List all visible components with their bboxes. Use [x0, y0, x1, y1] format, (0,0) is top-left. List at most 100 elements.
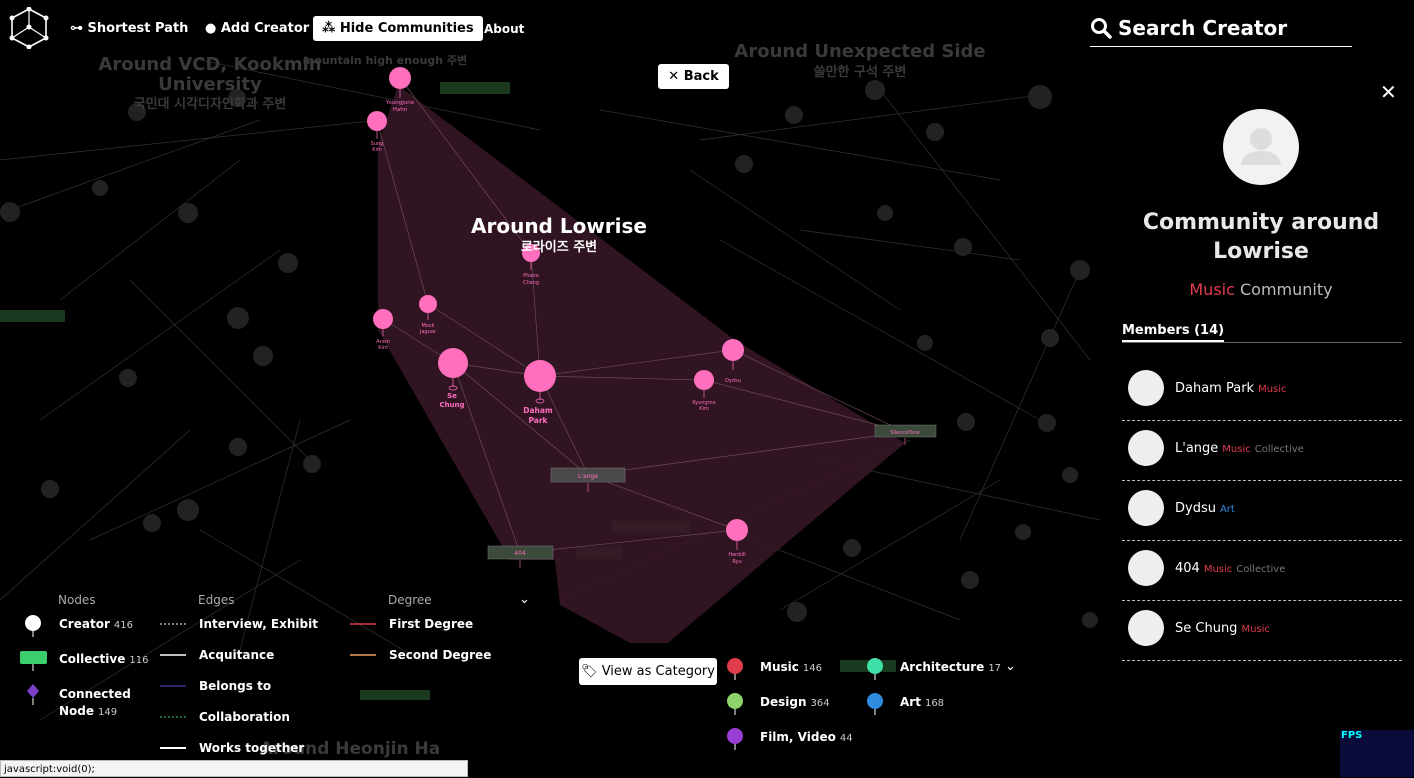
about-link[interactable]: About: [484, 18, 524, 40]
node-label: Youngjune: [385, 100, 415, 106]
category-label-wrap: Art 168: [900, 695, 944, 709]
search-input[interactable]: [1116, 14, 1350, 42]
category-label-wrap: Music 146: [760, 660, 822, 674]
member-row[interactable]: L'ange Music Collective: [1122, 422, 1402, 481]
category-count: 17: [988, 663, 1002, 674]
category-label: Art: [900, 695, 921, 709]
member-name: Se Chung: [1175, 621, 1238, 636]
panel-category[interactable]: Music: [1189, 280, 1235, 299]
status-bar: javascript:void(0);: [0, 760, 468, 777]
node-label: Ryu: [732, 559, 741, 565]
member-category: Art: [1219, 504, 1235, 515]
nodes-heading: Nodes: [58, 593, 96, 607]
close-icon: ✕: [668, 69, 680, 84]
degree-line-samples: [350, 623, 376, 656]
member-row[interactable]: Se Chung Music: [1122, 602, 1402, 661]
chevron-down-icon[interactable]: ⌄: [519, 592, 530, 607]
creator-node-icon: [25, 615, 41, 637]
community-title: Around Lowrise: [471, 214, 647, 238]
collective-label: 404: [514, 550, 526, 557]
search-creator: [1090, 12, 1352, 47]
member-info: 404 Music Collective: [1175, 561, 1285, 576]
collective-node-icon: [20, 651, 47, 671]
legend-edge-collaboration[interactable]: Collaboration: [199, 710, 290, 724]
member-row[interactable]: Dydsu Art: [1122, 482, 1402, 541]
node-label: Kim: [378, 345, 388, 351]
legend-connected-count: 149: [98, 707, 118, 718]
add-creator-label: Add Creator: [220, 21, 310, 36]
legend-second-degree[interactable]: Second Degree: [389, 648, 491, 662]
tag-icon: 🏷: [581, 664, 598, 679]
path-icon: ⊶: [70, 21, 83, 36]
legend-first-degree[interactable]: First Degree: [389, 617, 473, 631]
node-label: Chung: [439, 401, 464, 409]
member-name: Daham Park: [1175, 381, 1255, 396]
node-label: Phano: [523, 273, 538, 279]
node-label: Park: [528, 416, 548, 425]
category-dot-icon: [727, 658, 743, 680]
legend-edge-interview[interactable]: Interview, Exhibit: [199, 617, 318, 631]
shortest-path-button[interactable]: ⊶ Shortest Path: [70, 18, 188, 40]
collective-label: L'ange: [578, 473, 598, 480]
view-as-category-button[interactable]: 🏷 View as Category: [579, 658, 717, 685]
chevron-down-icon[interactable]: ⌄: [1005, 659, 1016, 674]
category-label-wrap: Design 364: [760, 695, 830, 709]
panel-title: Community around Lowrise: [1142, 210, 1380, 264]
legend-collective[interactable]: Collective 116: [59, 652, 148, 666]
node-label: Dydsu: [725, 378, 741, 384]
search-icon[interactable]: [1090, 17, 1112, 39]
legend-connected-node[interactable]: Connected Node 149: [59, 686, 131, 721]
category-dot-icon: [867, 693, 883, 715]
legend-edge-belongs-to[interactable]: Belongs to: [199, 679, 271, 693]
avatar: [1128, 490, 1164, 526]
close-panel-icon[interactable]: ✕: [1380, 80, 1397, 104]
add-creator-button[interactable]: ● Add Creator: [205, 18, 309, 40]
panel-subtitle: Music Community: [1122, 280, 1400, 299]
member-name: Dydsu: [1175, 501, 1216, 516]
category-dot-icon: [727, 693, 743, 715]
member-category: Music: [1258, 384, 1287, 395]
node-label: Daham: [523, 406, 553, 415]
bg-label: University: [158, 74, 262, 95]
member-row[interactable]: Daham Park Music: [1122, 362, 1402, 421]
category-label: Film, Video: [760, 730, 836, 744]
avatar: [1128, 610, 1164, 646]
connected-node-icon: [27, 684, 39, 705]
hide-communities-button[interactable]: ⁂ Hide Communities: [313, 16, 483, 41]
category-dot-icon: [727, 728, 743, 750]
divider: [1122, 342, 1402, 343]
avatar: [1128, 430, 1164, 466]
back-label: Back: [683, 69, 719, 84]
legend-edge-works-together[interactable]: Works together: [199, 741, 304, 755]
community-word: Community: [1240, 280, 1333, 299]
member-info: Se Chung Music: [1175, 621, 1274, 636]
hide-communities-label: Hide Communities: [339, 21, 474, 36]
collective-label: SilenceTone: [890, 430, 920, 436]
app-logo-icon[interactable]: [9, 7, 49, 49]
node-label: Kim: [372, 147, 382, 153]
category-label-wrap: Architecture 17: [900, 660, 1001, 674]
member-category: Music: [1222, 444, 1251, 455]
edges-heading: Edges: [198, 593, 235, 607]
members-heading: Members (14): [1122, 323, 1225, 342]
member-category: Music: [1241, 624, 1270, 635]
bg-label: Around VCD, Kookmin: [98, 54, 321, 75]
member-row[interactable]: 404 Music Collective: [1122, 542, 1402, 601]
member-info: Daham Park Music: [1175, 381, 1291, 396]
legend-creator-count: 416: [113, 620, 133, 631]
category-dot-icon: [867, 658, 883, 680]
members-list[interactable]: Daham Park Music L'ange Music Collective Dyds…: [1122, 362, 1402, 680]
legend-edge-acquitance[interactable]: Acquitance: [199, 648, 274, 662]
legend-creator[interactable]: Creator 416: [59, 617, 133, 631]
collective-node[interactable]: 404: [487, 545, 554, 568]
member-info: Dydsu Art: [1175, 501, 1239, 516]
legend-collective-label: Collective: [59, 652, 126, 666]
back-button[interactable]: ✕ Back: [658, 64, 729, 89]
node-label: Se: [447, 392, 457, 400]
person-placeholder-icon: [1241, 128, 1281, 165]
node-label: Hanbill: [728, 552, 745, 558]
category-count: 168: [924, 698, 945, 709]
category-count: 146: [802, 663, 822, 674]
fps-label: FPS: [1341, 730, 1363, 741]
edge-line-samples: [160, 623, 186, 749]
